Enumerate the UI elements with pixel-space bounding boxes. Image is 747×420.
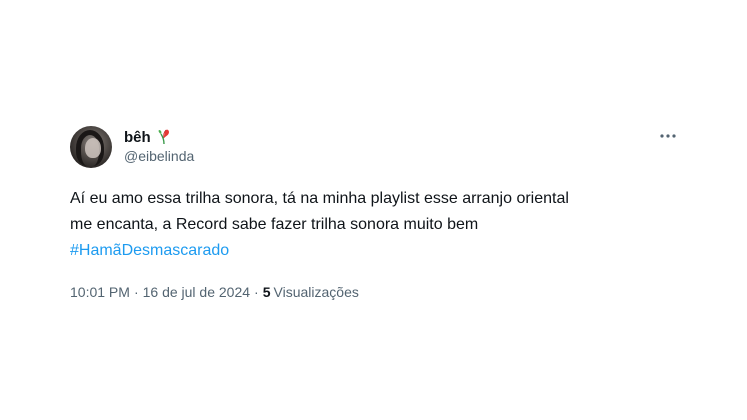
tweet-text-line-1: Aí eu amo essa trilha sonora, tá na minh…: [70, 190, 569, 207]
views-count[interactable]: 5: [263, 284, 271, 300]
meta-separator: ·: [133, 284, 139, 300]
tweet-time[interactable]: 10:01 PM: [70, 284, 130, 300]
red-flower-icon: [157, 129, 171, 145]
tweet-header: bêh @eibelinda: [70, 124, 680, 170]
display-name[interactable]: bêh: [124, 129, 151, 146]
author-handle[interactable]: @eibelinda: [124, 148, 194, 164]
tweet-text: Aí eu amo essa trilha sonora, tá na minh…: [70, 186, 680, 264]
display-name-row: bêh: [124, 128, 194, 146]
views-label[interactable]: Visualizações: [274, 284, 359, 300]
tweet-card: bêh @eibelinda Aí eu amo essa trilha son…: [70, 124, 680, 300]
avatar[interactable]: [70, 126, 112, 168]
avatar-face: [85, 138, 101, 158]
tweet-text-line-2: me encanta, a Record sabe fazer trilha s…: [70, 216, 479, 233]
more-horizontal-icon[interactable]: [656, 124, 680, 148]
tweet-meta: 10:01 PM · 16 de jul de 2024 · 5 Visuali…: [70, 284, 680, 300]
author-names: bêh @eibelinda: [124, 128, 194, 165]
hashtag-link[interactable]: #HamãDesmascarado: [70, 238, 680, 264]
meta-separator-2: ·: [254, 284, 259, 300]
tweet-date[interactable]: 16 de jul de 2024: [143, 284, 250, 300]
